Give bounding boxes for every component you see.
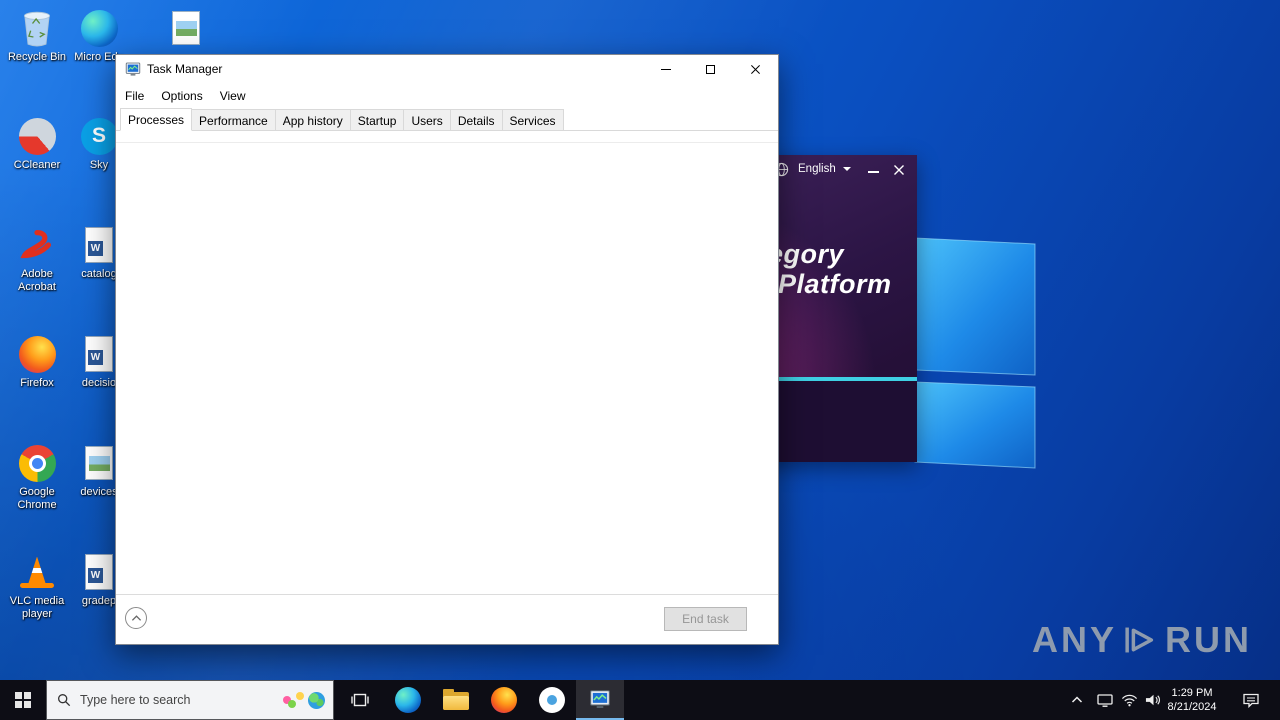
taskbar-firefox-button[interactable] <box>480 680 528 720</box>
task-manager-icon <box>590 690 610 708</box>
tab-app-history[interactable]: App history <box>274 109 351 130</box>
taskbar-task-manager-button[interactable] <box>576 680 624 720</box>
display-icon <box>1097 693 1113 707</box>
taskbar: 1:29 PM 8/21/2024 <box>0 680 1280 720</box>
action-center-icon <box>1243 693 1259 708</box>
word-document-icon: W <box>79 225 119 265</box>
window-footer: End task <box>116 594 778 644</box>
icon-label: Google Chrome <box>17 486 57 511</box>
icon-label: VLC media player <box>9 595 65 620</box>
details-toggle-button[interactable] <box>125 607 147 629</box>
globe-art-icon <box>308 691 325 709</box>
task-manager-app-icon <box>125 61 141 77</box>
taskbar-edge-button[interactable] <box>384 680 432 720</box>
firefox-icon <box>17 334 57 374</box>
tray-network-button[interactable] <box>1118 680 1140 720</box>
window-title: Task Manager <box>147 62 223 76</box>
search-highlights-art <box>283 691 325 709</box>
taskbar-file-explorer-button[interactable] <box>432 680 480 720</box>
tab-performance[interactable]: Performance <box>191 109 276 130</box>
clock-date: 8/21/2024 <box>1167 701 1217 713</box>
adobe-acrobat-icon <box>17 225 57 265</box>
chevron-up-icon <box>1071 696 1083 703</box>
menu-bar: File Options View <box>116 83 778 108</box>
menu-options[interactable]: Options <box>161 89 202 103</box>
desktop-icon-adobe-acrobat[interactable]: Adobe Acrobat <box>5 225 69 294</box>
skype-icon: S <box>79 116 119 156</box>
start-button[interactable] <box>0 680 46 720</box>
word-document-icon: W <box>79 552 119 592</box>
desktop-icon-ccleaner[interactable]: CCleaner <box>5 116 69 172</box>
vlc-icon <box>19 552 55 592</box>
maximize-button[interactable] <box>688 55 733 83</box>
chevron-down-icon <box>842 167 851 175</box>
installer-headline-line2: Platform <box>778 269 892 299</box>
taskbar-clock[interactable]: 1:29 PM 8/21/2024 <box>1158 686 1226 714</box>
windows-start-icon <box>15 692 31 708</box>
task-view-icon <box>351 693 369 707</box>
desktop-icon-file[interactable] <box>154 8 218 48</box>
icon-label: CCleaner <box>13 159 61 171</box>
file-explorer-icon <box>443 689 469 710</box>
tray-display-button[interactable] <box>1094 680 1116 720</box>
language-selector[interactable]: English <box>798 163 851 175</box>
tab-processes[interactable]: Processes <box>120 108 193 131</box>
anyrun-watermark: ANY RUN <box>1032 610 1252 670</box>
minimize-button[interactable] <box>643 55 688 83</box>
desktop-icon-recycle-bin[interactable]: Recycle Bin <box>5 8 69 64</box>
action-center-button[interactable] <box>1236 680 1266 720</box>
search-input[interactable] <box>80 693 283 707</box>
word-document-icon: W <box>79 334 119 374</box>
process-list-area <box>116 131 778 594</box>
tray-chevron-button[interactable] <box>1066 680 1088 720</box>
installer-close-button[interactable] <box>892 163 906 177</box>
picture-file-icon <box>166 8 206 48</box>
icon-label: Adobe Acrobat <box>18 268 56 293</box>
network-icon <box>1121 694 1137 707</box>
installer-minimize-button[interactable] <box>868 171 879 173</box>
menu-file[interactable]: File <box>125 89 144 103</box>
ccleaner-icon <box>17 116 57 156</box>
tab-startup[interactable]: Startup <box>349 109 405 130</box>
language-label: English <box>798 163 836 175</box>
icon-label: Recycle Bin <box>7 51 67 63</box>
watermark-text-left: ANY <box>1032 619 1118 660</box>
task-view-button[interactable] <box>336 680 384 720</box>
recycle-bin-icon <box>17 8 57 48</box>
watermark-text-right: RUN <box>1165 619 1252 660</box>
menu-view[interactable]: View <box>220 89 246 103</box>
taskbar-app-circle-button[interactable] <box>528 680 576 720</box>
tab-users[interactable]: Users <box>403 109 451 130</box>
search-icon <box>58 694 71 707</box>
tab-services[interactable]: Services <box>501 109 564 130</box>
firefox-icon <box>491 687 517 713</box>
end-task-button[interactable]: End task <box>664 607 747 631</box>
chevron-up-icon <box>131 615 141 621</box>
picture-file-icon <box>79 443 119 483</box>
installer-headline-line1: egory <box>768 239 845 269</box>
icon-label: Firefox <box>20 377 54 389</box>
taskbar-search-box[interactable] <box>46 680 334 720</box>
clock-time: 1:29 PM <box>1171 687 1213 699</box>
tab-details[interactable]: Details <box>449 109 503 130</box>
edge-icon <box>395 687 421 713</box>
google-chrome-icon <box>17 443 57 483</box>
microsoft-edge-icon <box>79 8 119 48</box>
desktop-icon-vlc[interactable]: VLC media player <box>5 552 69 621</box>
title-bar: Task Manager <box>116 55 778 83</box>
close-button[interactable] <box>733 55 778 83</box>
task-manager-window: Task Manager File Options View Processes… <box>115 54 779 645</box>
anyrun-play-icon <box>1125 627 1154 653</box>
app-circle-icon <box>539 687 565 713</box>
tab-strip: Processes Performance App history Startu… <box>116 108 778 131</box>
desktop-icon-google-chrome[interactable]: Google Chrome <box>5 443 69 512</box>
desktop-icon-firefox[interactable]: Firefox <box>5 334 69 390</box>
